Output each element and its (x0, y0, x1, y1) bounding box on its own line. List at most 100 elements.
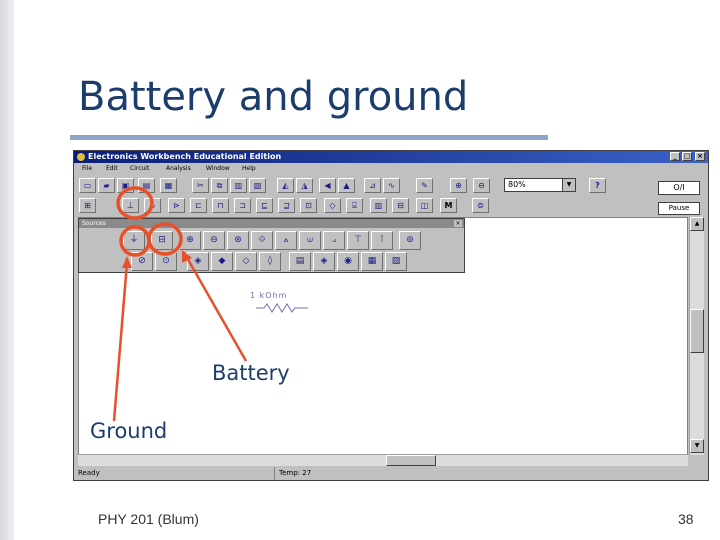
multimeter-bin-icon[interactable]: M (440, 198, 457, 213)
instruments-bin-icon[interactable]: ⊟ (392, 198, 409, 213)
menu-help[interactable]: Help (242, 164, 256, 174)
cccs-source-icon[interactable]: ⟓ (323, 231, 345, 250)
ac-voltage-source-icon[interactable]: ⊖ (203, 231, 225, 250)
battery-annotation: Battery (212, 361, 290, 385)
controlled-one-shot-icon[interactable]: ◊ (259, 252, 281, 271)
voltage-controlled-pwl-icon[interactable]: ◈ (313, 252, 335, 271)
title-underline (70, 135, 548, 140)
zoom-value: 80% (508, 180, 526, 189)
menu-file[interactable]: File (82, 164, 92, 174)
cut-icon[interactable]: ✂ (192, 178, 209, 193)
graph-icon[interactable]: ∿ (383, 178, 400, 193)
open-folder-icon[interactable]: ▰ (98, 178, 115, 193)
menu-circuit[interactable]: Circuit (130, 164, 149, 174)
horizontal-scrollbar[interactable] (78, 454, 688, 466)
power-switch-button[interactable]: O/I (658, 181, 700, 195)
menu-analysis[interactable]: Analysis (166, 164, 191, 174)
palette-title-label: Sources (82, 220, 106, 227)
vdd-source-icon[interactable]: ⊺ (371, 231, 393, 250)
meters-bin-icon[interactable]: ◫ (416, 198, 433, 213)
print-icon[interactable]: ▤ (138, 178, 155, 193)
vcvs-source-icon[interactable]: ⟐ (251, 231, 273, 250)
zoom-in-icon[interactable]: ⊕ (450, 178, 467, 193)
copy-icon[interactable]: ⧉ (211, 178, 228, 193)
am-source-icon[interactable]: ⊘ (131, 252, 153, 271)
diodes-bin-icon[interactable]: ⊳ (168, 198, 185, 213)
fm-source-icon[interactable]: ⊙ (155, 252, 177, 271)
close-button[interactable]: × (695, 152, 705, 161)
clipboard-icon[interactable]: ▧ (249, 178, 266, 193)
controls-bin-icon[interactable]: ⌸ (346, 198, 363, 213)
component-properties-icon[interactable]: ▲ (338, 178, 355, 193)
sources-bin-icon[interactable]: ⊥ (122, 198, 139, 213)
sources-parts-palette: Sources × ⏚ ⊟ ⊕ ⊖ ⊛ ⟐ ⟑ ⟒ ⟓ ⊤ ⊺ ⊚ ⊘ ⊙ ◈ … (78, 218, 465, 273)
resistor-value-label: 1 kOhm (250, 291, 288, 300)
zoom-select[interactable]: 80% ▼ (504, 178, 576, 192)
app-titlebar: Electronics Workbench Educational Editio… (74, 151, 708, 163)
vertical-scroll-thumb[interactable] (690, 309, 704, 353)
close-icon[interactable]: × (454, 220, 462, 227)
favorites-bin-icon[interactable]: ⊞ (79, 198, 96, 213)
fsk-source-icon[interactable]: ◉ (337, 252, 359, 271)
scroll-down-icon[interactable]: ▼ (690, 439, 704, 453)
status-ready: Ready (78, 469, 100, 477)
maximize-button[interactable]: □ (682, 152, 692, 161)
indicators-bin-icon[interactable]: ◇ (324, 198, 341, 213)
slide-side-band (0, 0, 14, 540)
ground-part-icon[interactable]: ⏚ (123, 231, 145, 250)
footer-course: PHY 201 (Blum) (98, 511, 199, 527)
app-icon (77, 153, 85, 161)
slide-title: Battery and ground (78, 74, 469, 120)
voltage-controlled-triangle-icon[interactable]: ◆ (211, 252, 233, 271)
create-subcircuit-icon[interactable]: ⊿ (364, 178, 381, 193)
clock-source-icon[interactable]: ⊚ (399, 231, 421, 250)
resistor-icon[interactable] (256, 303, 308, 313)
analog-ics-bin-icon[interactable]: ⊓ (212, 198, 229, 213)
voltage-controlled-square-icon[interactable]: ◇ (235, 252, 257, 271)
app-title: Electronics Workbench Educational Editio… (88, 152, 282, 161)
ccvs-source-icon[interactable]: ⟒ (299, 231, 321, 250)
horizontal-scroll-thumb[interactable] (386, 455, 436, 466)
dc-current-source-icon[interactable]: ⊕ (179, 231, 201, 250)
voltage-controlled-sine-icon[interactable]: ◈ (187, 252, 209, 271)
print-setup-icon[interactable]: ▦ (160, 178, 177, 193)
scroll-up-icon[interactable]: ▲ (690, 217, 704, 231)
polynomial-source-icon[interactable]: ▦ (361, 252, 383, 271)
battery-part-icon[interactable]: ⊟ (151, 231, 173, 250)
basic-bin-icon[interactable]: ∿ (144, 198, 161, 213)
menu-bar: File Edit Circuit Analysis Window Help (74, 164, 708, 174)
rotate-icon[interactable]: ◭ (277, 178, 294, 193)
piecewise-linear-source-icon[interactable]: ▤ (289, 252, 311, 271)
extra-bin-icon[interactable]: ⊜ (472, 198, 489, 213)
menu-window[interactable]: Window (206, 164, 230, 174)
menu-edit[interactable]: Edit (106, 164, 118, 174)
description-icon[interactable]: ✎ (416, 178, 433, 193)
nonlinear-source-icon[interactable]: ▧ (385, 252, 407, 271)
vertical-scrollbar[interactable]: ▲ ▼ (689, 217, 704, 455)
palette-title: Sources × (79, 219, 464, 228)
ground-annotation: Ground (90, 419, 168, 443)
electronics-workbench-window: Electronics Workbench Educational Editio… (73, 150, 709, 481)
new-file-icon[interactable]: ▭ (79, 178, 96, 193)
flip-horizontal-icon[interactable]: ◮ (296, 178, 313, 193)
status-bar: Ready Temp: 27 (74, 467, 708, 480)
minimize-button[interactable]: _ (670, 152, 680, 161)
help-button[interactable]: ? (589, 178, 606, 193)
pause-button[interactable]: Pause (658, 202, 700, 215)
ac-current-source-icon[interactable]: ⊛ (227, 231, 249, 250)
logic-gates-bin-icon[interactable]: ⊒ (278, 198, 295, 213)
miscellaneous-bin-icon[interactable]: ▥ (370, 198, 387, 213)
vcc-source-icon[interactable]: ⊤ (347, 231, 369, 250)
flip-vertical-icon[interactable]: ◀ (319, 178, 336, 193)
status-temperature: Temp: 27 (274, 467, 311, 480)
chevron-down-icon[interactable]: ▼ (562, 179, 575, 191)
vccs-source-icon[interactable]: ⟑ (275, 231, 297, 250)
page-number: 38 (678, 511, 694, 527)
zoom-out-icon[interactable]: ⊖ (473, 178, 490, 193)
paste-icon[interactable]: ▥ (230, 178, 247, 193)
mixed-ics-bin-icon[interactable]: ⊐ (234, 198, 251, 213)
transistors-bin-icon[interactable]: ⊏ (190, 198, 207, 213)
save-disk-icon[interactable]: ▣ (117, 178, 134, 193)
digital-ics-bin-icon[interactable]: ⊑ (256, 198, 273, 213)
digital-bin-icon[interactable]: ⊡ (300, 198, 317, 213)
